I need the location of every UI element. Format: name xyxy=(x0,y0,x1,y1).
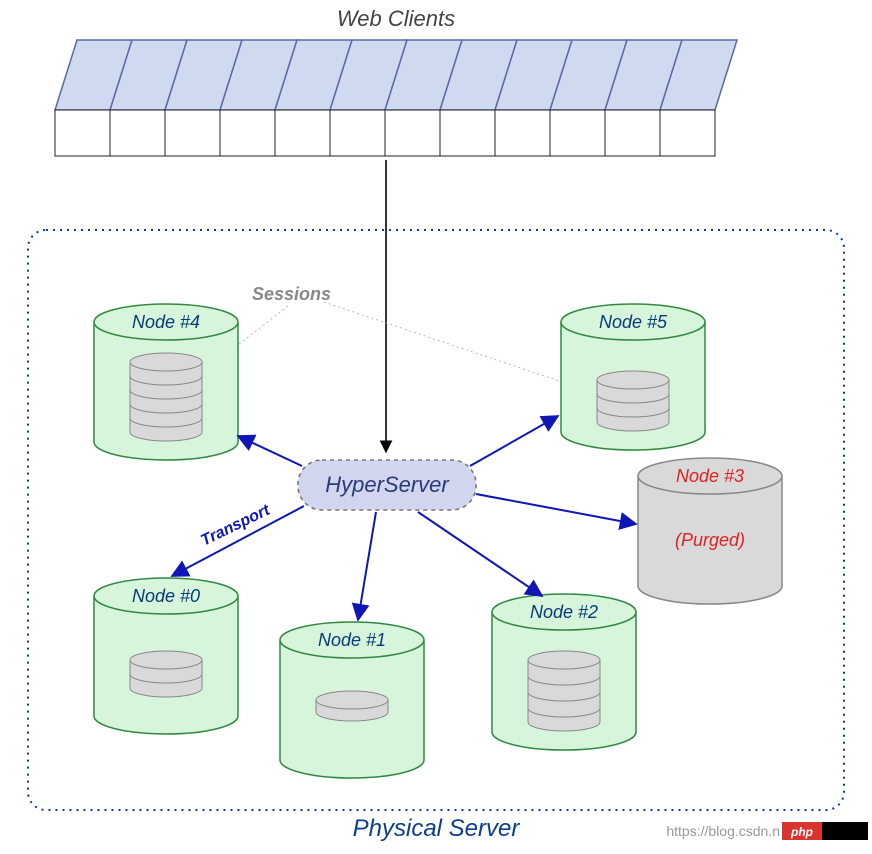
client-slots xyxy=(55,110,715,156)
hyperserver-label: HyperServer xyxy=(325,472,450,497)
hub-to-node4-arrow xyxy=(238,436,302,466)
badge-tail xyxy=(822,822,868,840)
client-slot xyxy=(330,110,385,156)
client-slot xyxy=(275,110,330,156)
node-4: Node #4 xyxy=(94,304,238,460)
client-slot xyxy=(550,110,605,156)
node-3-status: (Purged) xyxy=(675,530,745,550)
client-slot xyxy=(55,110,110,156)
client-slot xyxy=(440,110,495,156)
web-clients-title: Web Clients xyxy=(337,6,455,31)
watermark: https://blog.csdn.n xyxy=(666,823,780,839)
node-0: Node #0 xyxy=(94,578,238,734)
node-5: Node #5 xyxy=(561,304,705,450)
client-slot xyxy=(660,110,715,156)
hub-to-node5-arrow xyxy=(470,416,558,466)
node-5-disks xyxy=(597,371,669,431)
sessions-arrow-right xyxy=(324,302,586,390)
php-badge-label: php xyxy=(790,825,813,839)
hub-to-node3-arrow xyxy=(476,494,636,524)
sessions-label: Sessions xyxy=(252,284,331,304)
node-4-label: Node #4 xyxy=(132,312,200,332)
node-2: Node #2 xyxy=(492,594,636,750)
web-clients-row xyxy=(55,40,737,110)
diagram-root: Web Clients Sessions Node #4 xyxy=(0,0,872,854)
node-5-label: Node #5 xyxy=(599,312,668,332)
node-0-label: Node #0 xyxy=(132,586,200,606)
node-1-disks xyxy=(316,691,388,721)
node-4-disks xyxy=(130,353,202,441)
client-slot xyxy=(110,110,165,156)
node-2-disks xyxy=(528,651,600,731)
node-1: Node #1 xyxy=(280,622,424,778)
hub-to-node2-arrow xyxy=(418,512,542,596)
client-slot xyxy=(495,110,550,156)
node-3: Node #3 (Purged) xyxy=(638,458,782,604)
client-slot xyxy=(605,110,660,156)
node-3-label: Node #3 xyxy=(676,466,744,486)
hyperserver-hub: HyperServer xyxy=(298,460,476,510)
client-slot xyxy=(385,110,440,156)
node-2-label: Node #2 xyxy=(530,602,598,622)
physical-server-label: Physical Server xyxy=(353,815,521,842)
node-1-label: Node #1 xyxy=(318,630,386,650)
node-0-disks xyxy=(130,651,202,697)
client-slot xyxy=(165,110,220,156)
hub-to-node1-arrow xyxy=(358,512,376,620)
client-slot xyxy=(220,110,275,156)
